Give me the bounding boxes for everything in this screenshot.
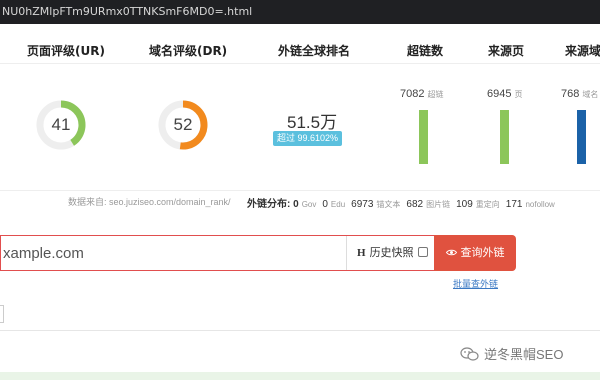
global-rank-value: 51.5万 — [287, 113, 338, 132]
batch-query-link[interactable]: 批量查外链 — [453, 277, 498, 290]
source-domains-count: 768 域名 — [561, 88, 598, 100]
browser-url-bar[interactable]: NU0hZMlpFTm9URmx0TTNKSmF6MD0=.html — [0, 0, 600, 24]
gov-label: Gov — [301, 200, 317, 209]
history-snapshot-toggle[interactable]: H 历史快照 — [346, 236, 434, 270]
search-form: H历史快照 查询外链 — [0, 235, 516, 271]
watermark: 逆冬黑帽SEO — [460, 344, 563, 363]
eye-icon — [445, 249, 457, 256]
bottom-table-strip — [0, 372, 600, 380]
header-source-domains: 来源域 — [565, 44, 600, 58]
section-divider — [0, 330, 600, 331]
source-pages-unit: 页 — [514, 90, 523, 99]
source-domains-count-value: 768 — [561, 88, 580, 100]
distribution-label: 外链分布: — [247, 199, 291, 210]
header-domain-rating: 域名评级(DR) — [149, 44, 228, 58]
domain-rating-value: 52 — [173, 115, 193, 134]
data-source-text: 数据来自: seo.juziseo.com/domain_rank/ — [68, 197, 231, 207]
anchor-text-count: 6973 — [351, 199, 374, 210]
redirect-count: 109 — [456, 199, 473, 210]
url-text: NU0hZMlpFTm9URmx0TTNKSmF6MD0=.html — [2, 5, 253, 18]
source-domains-bar — [577, 110, 586, 164]
partial-control[interactable] — [0, 305, 4, 323]
image-link-count: 682 — [406, 199, 424, 210]
metrics-header-row: 页面评级(UR) 域名评级(DR) 外链全球排名 超链数 来源页 来源域 — [0, 38, 600, 64]
source-pages-count: 6945 页 — [487, 88, 522, 100]
wechat-icon — [460, 347, 479, 361]
header-page-rating: 页面评级(UR) — [27, 44, 105, 58]
edu-count: 0 — [322, 199, 328, 210]
global-rank-badge: 超过 99.6102% — [273, 131, 343, 146]
query-button-label: 查询外链 — [460, 247, 505, 259]
link-distribution: 外链分布: 0 Gov 0 Edu 6973 锚文本 682 图片链 109 重定向 171 nofo… — [247, 195, 561, 210]
nofollow-label: nofollow — [525, 200, 555, 209]
header-source-pages: 来源页 — [488, 44, 525, 58]
nofollow-count: 171 — [505, 199, 523, 210]
source-pages-bar — [500, 110, 509, 164]
backlinks-count: 7082 超链 — [400, 88, 443, 100]
history-label: 历史快照 — [369, 247, 414, 259]
history-checkbox[interactable] — [417, 247, 428, 257]
image-link-label: 图片链 — [426, 200, 451, 209]
header-global-rank: 外链全球排名 — [278, 44, 351, 58]
redirect-label: 重定向 — [475, 200, 500, 209]
page-rating-value: 41 — [51, 115, 71, 134]
source-pages-count-value: 6945 — [487, 88, 512, 100]
edu-label: Edu — [330, 200, 346, 209]
backlinks-count-value: 7082 — [400, 88, 425, 100]
domain-search-input[interactable] — [1, 236, 346, 270]
watermark-text: 逆冬黑帽SEO — [484, 347, 564, 362]
source-domains-unit: 域名 — [582, 90, 599, 99]
header-backlinks: 超链数 — [407, 44, 444, 58]
history-icon: H — [357, 247, 366, 259]
backlinks-bar — [419, 110, 428, 164]
query-backlinks-button[interactable]: 查询外链 — [434, 235, 516, 271]
backlinks-unit: 超链 — [427, 90, 444, 99]
gov-count: 0 — [293, 199, 299, 210]
anchor-text-label: 锚文本 — [376, 200, 401, 209]
